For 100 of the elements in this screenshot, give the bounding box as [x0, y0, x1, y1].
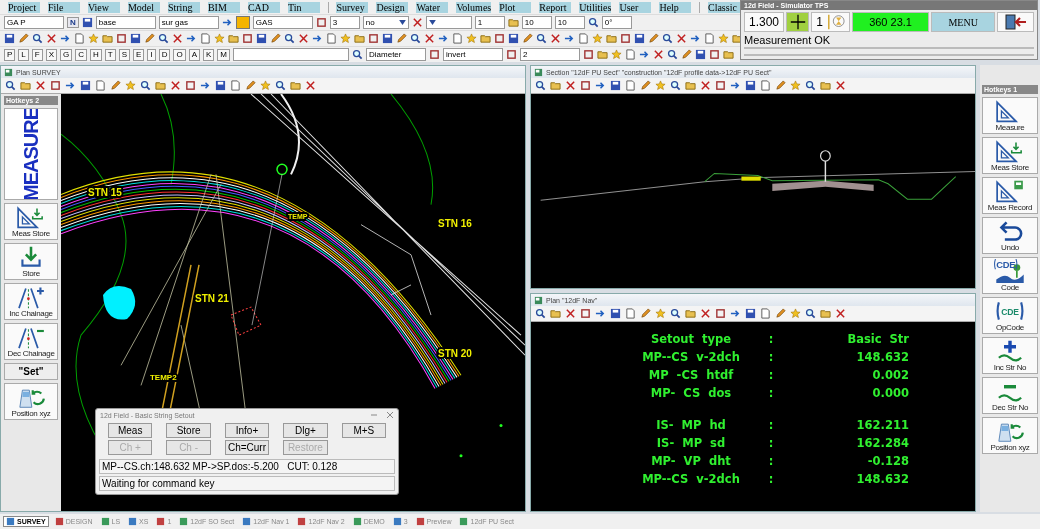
- pencil-icon[interactable]: [640, 80, 651, 91]
- folder-icon[interactable]: [155, 80, 166, 91]
- folder-icon[interactable]: [597, 49, 608, 60]
- folder-icon[interactable]: [20, 80, 31, 91]
- arrow-icon[interactable]: [595, 308, 606, 319]
- hotkey-button[interactable]: Undo: [982, 217, 1038, 254]
- menu-item[interactable]: Plot: [499, 1, 532, 13]
- input-field[interactable]: 1: [474, 16, 505, 29]
- cross-icon[interactable]: [170, 80, 181, 91]
- pencil-icon[interactable]: [144, 33, 155, 44]
- input-field[interactable]: GA P: [4, 16, 64, 29]
- magnifier-icon[interactable]: [535, 80, 546, 91]
- hotkey-button[interactable]: Meas Store: [4, 203, 58, 240]
- arrow-icon[interactable]: [564, 33, 575, 44]
- magnifier-icon[interactable]: [140, 80, 151, 91]
- cross-icon[interactable]: [676, 33, 687, 44]
- page-icon[interactable]: [452, 33, 463, 44]
- magnifier-icon[interactable]: [410, 33, 421, 44]
- menu-item[interactable]: View: [87, 1, 120, 13]
- page-icon[interactable]: [74, 33, 85, 44]
- arrow-icon[interactable]: [312, 33, 323, 44]
- cross-icon[interactable]: [565, 80, 576, 91]
- page-icon[interactable]: [760, 80, 771, 91]
- pencil-icon[interactable]: [648, 33, 659, 44]
- hotkey-button[interactable]: Meas Store: [982, 137, 1038, 174]
- page-icon[interactable]: [625, 49, 636, 60]
- folder-icon[interactable]: [723, 49, 734, 60]
- hotkey-button[interactable]: Meas Record: [982, 177, 1038, 214]
- input-field[interactable]: 2: [520, 48, 580, 61]
- magnifier-icon[interactable]: [670, 308, 681, 319]
- letter-button[interactable]: F: [31, 48, 43, 61]
- magnifier-icon[interactable]: [662, 33, 673, 44]
- magnifier-icon[interactable]: [284, 33, 295, 44]
- cross-icon[interactable]: [411, 17, 423, 28]
- cross-icon[interactable]: [305, 80, 316, 91]
- input-field[interactable]: 10: [554, 16, 585, 29]
- arrow-icon[interactable]: [221, 17, 233, 28]
- input-field[interactable]: invert: [443, 48, 503, 61]
- star-icon[interactable]: [260, 80, 271, 91]
- cross-icon[interactable]: [835, 308, 846, 319]
- square-icon[interactable]: [580, 80, 591, 91]
- input-field[interactable]: 3: [329, 16, 360, 29]
- square-icon[interactable]: [580, 308, 591, 319]
- letter-button[interactable]: S: [118, 48, 131, 61]
- star-icon[interactable]: [655, 308, 666, 319]
- menu-item[interactable]: Tin: [287, 1, 320, 13]
- pencil-icon[interactable]: [681, 49, 692, 60]
- folder-icon[interactable]: [102, 33, 113, 44]
- cross-icon[interactable]: [700, 308, 711, 319]
- star-icon[interactable]: [466, 33, 477, 44]
- folder-icon[interactable]: [290, 80, 301, 91]
- star-icon[interactable]: [592, 33, 603, 44]
- star-icon[interactable]: [88, 33, 99, 44]
- folder-icon[interactable]: [685, 80, 696, 91]
- letter-button[interactable]: M: [217, 48, 230, 61]
- menu-item[interactable]: String: [167, 1, 200, 13]
- square-icon[interactable]: [506, 49, 517, 60]
- page-icon[interactable]: [625, 308, 636, 319]
- star-icon[interactable]: [214, 33, 225, 44]
- star-icon[interactable]: [611, 49, 622, 60]
- hotkey-button[interactable]: CDE Code: [982, 257, 1038, 294]
- folder-icon[interactable]: [550, 80, 561, 91]
- arrow-icon[interactable]: [438, 33, 449, 44]
- dialog-button[interactable]: M+S: [341, 423, 386, 438]
- page-icon[interactable]: [95, 80, 106, 91]
- page-icon[interactable]: [326, 33, 337, 44]
- dialog-button[interactable]: Store: [166, 423, 211, 438]
- magnifier-icon[interactable]: [158, 33, 169, 44]
- folder-icon[interactable]: [480, 33, 491, 44]
- arrow-icon[interactable]: [690, 33, 701, 44]
- letter-button[interactable]: L: [18, 48, 29, 61]
- pencil-icon[interactable]: [396, 33, 407, 44]
- prism-button[interactable]: 1: [811, 12, 850, 32]
- folder-icon[interactable]: [507, 17, 519, 28]
- hotkey-button[interactable]: Store: [4, 243, 58, 280]
- colour-swatch[interactable]: [235, 16, 250, 29]
- square-icon[interactable]: [583, 49, 594, 60]
- magnifier-icon[interactable]: [805, 308, 816, 319]
- dialog-button[interactable]: Meas: [108, 423, 153, 438]
- folder-icon[interactable]: [685, 308, 696, 319]
- hotkey-button[interactable]: Measure: [982, 97, 1038, 134]
- arrow-icon[interactable]: [200, 80, 211, 91]
- input-field[interactable]: 0°: [601, 16, 632, 29]
- arrow-icon[interactable]: [639, 49, 650, 60]
- search-field[interactable]: [233, 48, 349, 61]
- crosshair-button[interactable]: [786, 12, 810, 32]
- menu-item[interactable]: Model: [127, 1, 160, 13]
- folder-icon[interactable]: [820, 308, 831, 319]
- star-icon[interactable]: [790, 80, 801, 91]
- folder-icon[interactable]: [354, 33, 365, 44]
- menu-item[interactable]: Help: [659, 1, 692, 13]
- letter-button[interactable]: X: [45, 48, 58, 61]
- menu-button[interactable]: MENU: [931, 12, 996, 32]
- square-icon[interactable]: [185, 80, 196, 91]
- menu-item[interactable]: Utilities: [579, 1, 612, 13]
- menu-item[interactable]: Design: [376, 1, 409, 13]
- square-icon[interactable]: [429, 49, 440, 60]
- menu-item[interactable]: BIM: [207, 1, 240, 13]
- pencil-icon[interactable]: [270, 33, 281, 44]
- cross-icon[interactable]: [46, 33, 57, 44]
